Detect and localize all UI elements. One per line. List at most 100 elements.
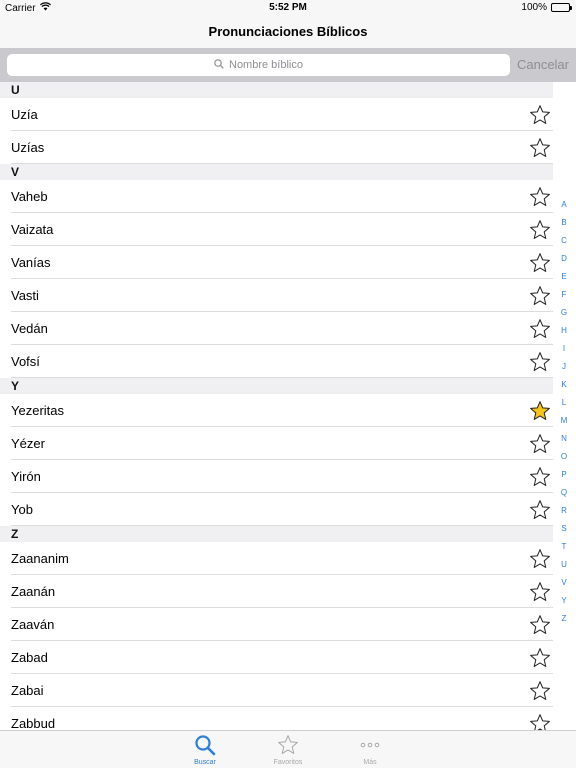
list-item[interactable]: Uzías <box>0 131 553 164</box>
index-letter[interactable]: G <box>558 304 570 322</box>
index-letter[interactable]: N <box>558 430 570 448</box>
favorite-star-icon[interactable] <box>529 104 551 126</box>
more-icon <box>359 733 381 757</box>
index-letter[interactable]: F <box>558 286 570 304</box>
list-item-label: Vedán <box>11 321 48 336</box>
favorite-star-icon[interactable] <box>529 713 551 730</box>
list-item[interactable]: Yirón <box>0 460 553 493</box>
favorite-star-icon[interactable] <box>529 499 551 521</box>
list-item[interactable]: Yob <box>0 493 553 526</box>
list-item-label: Yezeritas <box>11 403 64 418</box>
list-item-label: Zaananim <box>11 551 69 566</box>
section-header: V <box>0 164 553 180</box>
tab-ms[interactable]: Más <box>340 733 400 766</box>
tab-label: Más <box>363 759 377 766</box>
list-item-label: Yézer <box>11 436 45 451</box>
list-item-label: Uzía <box>11 107 38 122</box>
favorite-star-filled-icon[interactable] <box>529 400 551 422</box>
list-item[interactable]: Vedán <box>0 312 553 345</box>
index-letter[interactable]: U <box>558 556 570 574</box>
favorite-star-icon[interactable] <box>529 137 551 159</box>
status-right: 100% <box>521 2 572 13</box>
favorite-star-icon[interactable] <box>529 433 551 455</box>
list-item[interactable]: Yézer <box>0 427 553 460</box>
favorite-star-icon[interactable] <box>529 186 551 208</box>
cancel-button[interactable]: Cancelar <box>517 57 569 72</box>
list-item[interactable]: Zaanán <box>0 575 553 608</box>
tab-label: Buscar <box>194 759 216 766</box>
search-icon <box>194 733 216 757</box>
index-letter[interactable]: T <box>558 538 570 556</box>
list-item-label: Zaanán <box>11 584 56 599</box>
index-letter[interactable]: P <box>558 466 570 484</box>
favorite-star-icon[interactable] <box>529 614 551 636</box>
favorite-star-icon[interactable] <box>529 466 551 488</box>
search-icon <box>214 56 224 74</box>
page-title: Pronunciaciones Bíblicos <box>208 24 368 39</box>
list-item-label: Zaaván <box>11 617 55 632</box>
index-letter[interactable]: C <box>558 232 570 250</box>
index-letter[interactable]: R <box>558 502 570 520</box>
tab-buscar[interactable]: Buscar <box>175 733 235 766</box>
favorite-star-icon[interactable] <box>529 285 551 307</box>
section-header: Y <box>0 378 553 394</box>
list-item[interactable]: Vanías <box>0 246 553 279</box>
list-item-label: Zabad <box>11 650 48 665</box>
index-letter[interactable]: B <box>558 214 570 232</box>
search-input[interactable]: Nombre bíblico <box>7 54 510 76</box>
list-item[interactable]: Yezeritas <box>0 394 553 427</box>
index-letter[interactable]: O <box>558 448 570 466</box>
list-item[interactable]: Vaheb <box>0 180 553 213</box>
index-letter[interactable]: Y <box>558 592 570 610</box>
index-letter[interactable]: H <box>558 322 570 340</box>
index-letter[interactable]: Q <box>558 484 570 502</box>
list-item-label: Vofsí <box>11 354 40 369</box>
favorite-star-icon[interactable] <box>529 581 551 603</box>
navigation-bar: Pronunciaciones Bíblicos <box>0 16 576 48</box>
section-index[interactable]: ABCDEFGHIJKLMNOPQRSTUVYZ <box>558 196 570 628</box>
list-item-label: Vaizata <box>11 222 54 237</box>
index-letter[interactable]: D <box>558 250 570 268</box>
list-item[interactable]: Vasti <box>0 279 553 312</box>
list-item[interactable]: Zaaván <box>0 608 553 641</box>
index-letter[interactable]: M <box>558 412 570 430</box>
list-item[interactable]: Vofsí <box>0 345 553 378</box>
list-item[interactable]: Zabai <box>0 674 553 707</box>
list-item-label: Vaheb <box>11 189 48 204</box>
name-list[interactable]: U Uzía Uzías V Vaheb Vaizata Vanías Vasti Vedán V… <box>0 82 553 730</box>
section-header: U <box>0 82 553 98</box>
tab-favoritos[interactable]: Favoritos <box>258 733 318 766</box>
index-letter[interactable]: I <box>558 340 570 358</box>
tab-label: Favoritos <box>273 759 303 766</box>
index-letter[interactable]: V <box>558 574 570 592</box>
section-header: Z <box>0 526 553 542</box>
list-item[interactable]: Zabad <box>0 641 553 674</box>
list-item[interactable]: Vaizata <box>0 213 553 246</box>
favorite-star-icon[interactable] <box>529 219 551 241</box>
list-item[interactable]: Zaananim <box>0 542 553 575</box>
favorite-star-icon[interactable] <box>529 351 551 373</box>
index-letter[interactable]: Z <box>558 610 570 628</box>
index-letter[interactable]: K <box>558 376 570 394</box>
star-icon <box>277 733 299 757</box>
index-letter[interactable]: A <box>558 196 570 214</box>
favorite-star-icon[interactable] <box>529 680 551 702</box>
search-bar: Nombre bíblico Cancelar <box>0 48 576 82</box>
index-letter[interactable]: S <box>558 520 570 538</box>
index-letter[interactable]: L <box>558 394 570 412</box>
favorite-star-icon[interactable] <box>529 252 551 274</box>
list-item-label: Zabbud <box>11 716 56 730</box>
status-bar: Carrier 5:52 PM 100% <box>0 0 576 16</box>
list-item-label: Yob <box>11 502 33 517</box>
index-letter[interactable]: J <box>558 358 570 376</box>
favorite-star-icon[interactable] <box>529 548 551 570</box>
favorite-star-icon[interactable] <box>529 318 551 340</box>
tab-bar: Buscar Favoritos Más <box>0 730 576 768</box>
battery-icon <box>551 3 572 12</box>
index-letter[interactable]: E <box>558 268 570 286</box>
favorite-star-icon[interactable] <box>529 647 551 669</box>
list-item-label: Uzías <box>11 140 45 155</box>
list-item[interactable]: Zabbud <box>0 707 553 730</box>
search-placeholder: Nombre bíblico <box>229 59 303 71</box>
list-item[interactable]: Uzía <box>0 98 553 131</box>
